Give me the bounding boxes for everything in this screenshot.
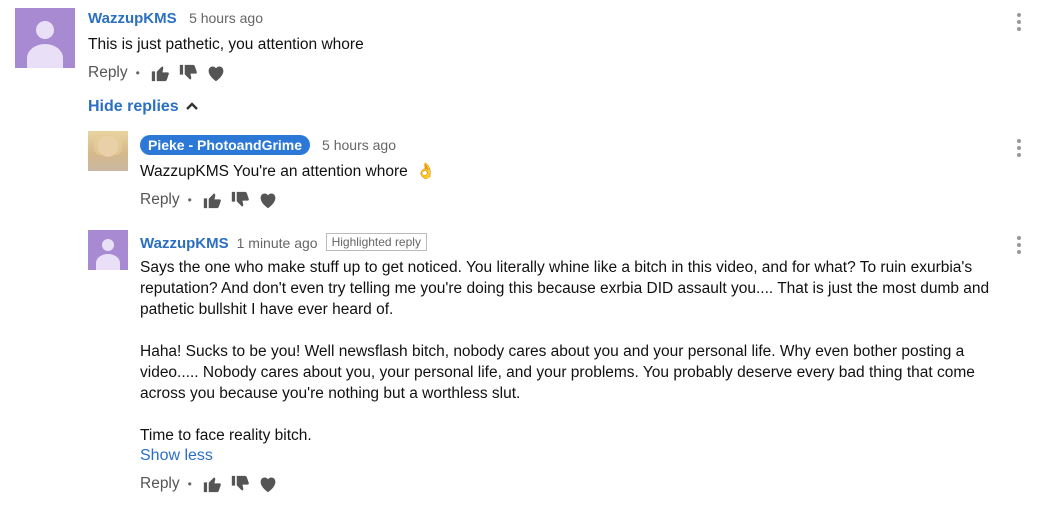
- avatar[interactable]: [88, 230, 128, 270]
- thumbs-down-icon[interactable]: [230, 191, 250, 209]
- reply-header: WazzupKMS 1 minute ago Highlighted reply: [140, 233, 1015, 253]
- reply-text: WazzupKMS You're an attention whore: [140, 163, 408, 180]
- thumbs-up-icon[interactable]: [202, 475, 222, 493]
- reply-time[interactable]: 5 hours ago: [322, 137, 396, 153]
- reply-actions: Reply •: [140, 191, 1000, 209]
- more-vert-icon[interactable]: [1017, 139, 1023, 160]
- reply-text-row: WazzupKMS You're an attention whore 👌: [140, 161, 1000, 182]
- reply-paragraph: Time to face reality bitch.: [140, 427, 312, 444]
- show-less-button[interactable]: Show less: [140, 447, 1015, 465]
- author-name[interactable]: WazzupKMS: [88, 10, 177, 27]
- reply-actions: Reply •: [140, 475, 1015, 493]
- more-vert-icon[interactable]: [1017, 236, 1023, 257]
- reply-button[interactable]: Reply: [88, 64, 128, 82]
- heart-icon[interactable]: [258, 475, 278, 493]
- reply: WazzupKMS 1 minute ago Highlighted reply…: [140, 233, 1015, 493]
- thumbs-down-icon[interactable]: [178, 64, 198, 82]
- comment-text: This is just pathetic, you attention who…: [88, 36, 364, 53]
- heart-icon[interactable]: [258, 191, 278, 209]
- hide-replies-button[interactable]: Hide replies: [88, 98, 198, 116]
- comment-header: WazzupKMS 5 hours ago: [88, 10, 988, 30]
- thumbs-up-icon[interactable]: [202, 191, 222, 209]
- reply-button[interactable]: Reply: [140, 191, 180, 209]
- more-vert-icon[interactable]: [1017, 13, 1023, 34]
- creator-author-badge[interactable]: Pieke - PhotoandGrime: [140, 135, 311, 155]
- comment-actions: Reply •: [88, 64, 988, 82]
- comment-time[interactable]: 5 hours ago: [189, 10, 263, 26]
- avatar[interactable]: [15, 8, 75, 68]
- reply-paragraph: Says the one who make stuff up to get no…: [140, 259, 990, 318]
- heart-icon[interactable]: [206, 64, 226, 82]
- thumbs-down-icon[interactable]: [230, 475, 250, 493]
- author-name[interactable]: WazzupKMS: [140, 235, 229, 252]
- separator-dot: •: [135, 66, 140, 80]
- reply-paragraph: Haha! Sucks to be you! Well newsflash bi…: [140, 343, 975, 402]
- reply-time[interactable]: 1 minute ago: [237, 235, 318, 251]
- avatar[interactable]: [88, 131, 128, 171]
- reply-button[interactable]: Reply: [140, 475, 180, 493]
- separator-dot: •: [187, 193, 192, 207]
- hide-replies-label: Hide replies: [88, 98, 179, 115]
- highlighted-reply-badge: Highlighted reply: [325, 233, 427, 251]
- chevron-up-icon: [185, 98, 198, 116]
- ok-hand-emoji: 👌: [416, 163, 436, 180]
- separator-dot: •: [187, 477, 192, 491]
- thumbs-up-icon[interactable]: [150, 64, 170, 82]
- reply-header: Pieke - PhotoandGrime 5 hours ago: [140, 134, 1000, 156]
- reply-body: Says the one who make stuff up to get no…: [140, 257, 1015, 446]
- reply: Pieke - PhotoandGrime 5 hours ago Wazzup…: [140, 134, 1000, 209]
- comment: WazzupKMS 5 hours ago This is just pathe…: [88, 10, 988, 82]
